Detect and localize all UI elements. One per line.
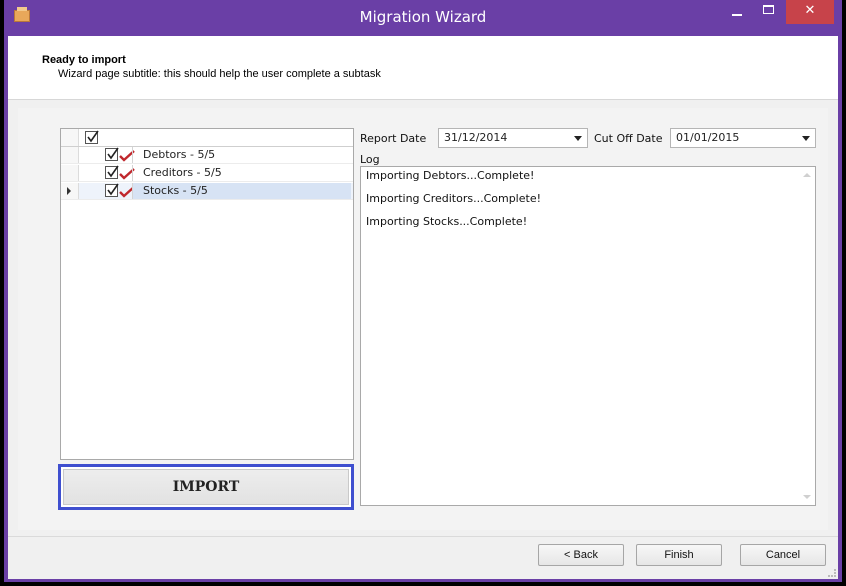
row-checkbox[interactable] [105, 165, 119, 179]
import-tree-grid[interactable]: Debtors - 5/5 Creditors - 5/5 Stocks - 5… [60, 128, 354, 460]
finish-button[interactable]: Finish [636, 544, 722, 566]
migration-wizard-window: Migration Wizard ✕ Ready to import Wizar… [4, 0, 842, 582]
dropdown-arrow-icon[interactable] [802, 136, 810, 141]
import-button[interactable]: IMPORT [63, 469, 349, 505]
minimize-button[interactable] [724, 0, 750, 24]
checkmark-icon [87, 130, 99, 143]
checkmark-icon [107, 147, 119, 160]
table-row[interactable]: Debtors - 5/5 [61, 147, 353, 164]
checkmark-icon [107, 165, 119, 178]
wizard-client-area: Ready to import Wizard page subtitle: th… [8, 36, 838, 579]
report-date-value: 31/12/2014 [444, 131, 508, 144]
checkmark-icon [107, 183, 119, 196]
log-textbox[interactable]: Importing Debtors...Complete! Importing … [360, 166, 816, 506]
import-button-highlight: IMPORT [58, 464, 354, 510]
back-button[interactable]: < Back [538, 544, 624, 566]
row-indicator [61, 165, 79, 181]
footer-divider [8, 536, 838, 537]
wizard-header: Ready to import Wizard page subtitle: th… [8, 36, 838, 100]
table-row[interactable]: Creditors - 5/5 [61, 165, 353, 182]
page-title: Ready to import [42, 54, 126, 66]
scroll-up-icon[interactable] [803, 173, 811, 177]
table-row-selected[interactable]: Stocks - 5/5 [61, 183, 353, 200]
cutoff-date-value: 01/01/2015 [676, 131, 740, 144]
log-line: Importing Stocks...Complete! [366, 215, 528, 228]
page-subtitle: Wizard page subtitle: this should help t… [58, 68, 381, 80]
report-date-picker[interactable]: 31/12/2014 [438, 128, 588, 148]
report-date-label: Report Date [360, 132, 427, 145]
row-label: Creditors - 5/5 [132, 165, 351, 181]
select-all-checkbox[interactable] [85, 130, 99, 144]
title-bar[interactable]: Migration Wizard ✕ [4, 0, 842, 36]
current-row-arrow-icon [67, 187, 71, 195]
row-indicator [61, 183, 79, 199]
cutoff-date-label: Cut Off Date [594, 132, 663, 145]
log-scrollbar[interactable] [799, 167, 815, 505]
maximize-button[interactable] [756, 0, 782, 24]
minimize-icon [732, 14, 742, 16]
row-indicator [61, 147, 79, 163]
close-icon: ✕ [804, 3, 816, 18]
log-label: Log [360, 153, 380, 166]
row-checkbox[interactable] [105, 147, 119, 161]
close-button[interactable]: ✕ [786, 0, 834, 24]
content-panel: Debtors - 5/5 Creditors - 5/5 Stocks - 5… [18, 108, 828, 530]
grid-header-row [61, 129, 353, 147]
header-indicator-cell [61, 129, 79, 146]
window-title: Migration Wizard [359, 8, 487, 26]
row-label: Debtors - 5/5 [132, 147, 351, 163]
scroll-down-icon[interactable] [803, 495, 811, 499]
cancel-button[interactable]: Cancel [740, 544, 826, 566]
maximize-icon [763, 5, 774, 14]
cutoff-date-picker[interactable]: 01/01/2015 [670, 128, 816, 148]
resize-grip-icon[interactable] [828, 569, 836, 577]
row-checkbox[interactable] [105, 183, 119, 197]
row-label: Stocks - 5/5 [132, 183, 351, 199]
log-line: Importing Debtors...Complete! [366, 169, 535, 182]
dropdown-arrow-icon[interactable] [574, 136, 582, 141]
log-line: Importing Creditors...Complete! [366, 192, 541, 205]
